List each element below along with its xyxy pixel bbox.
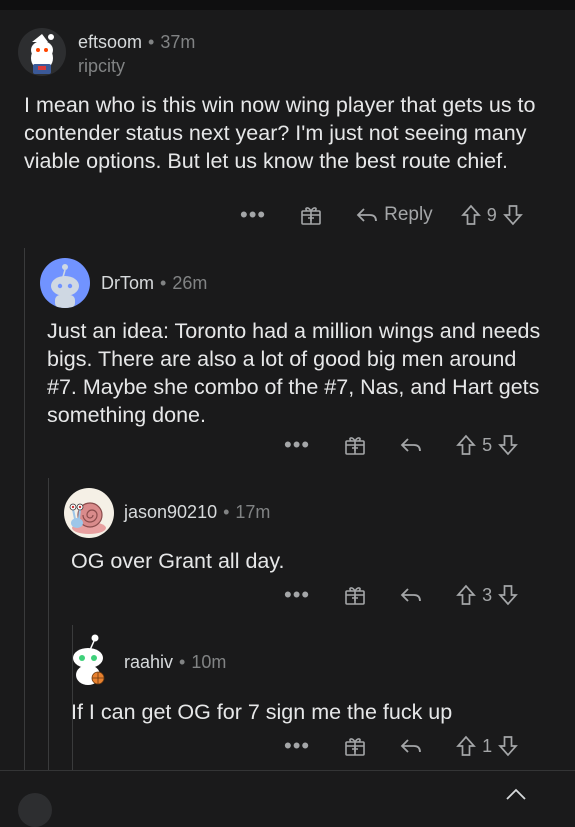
vote-controls: 3	[456, 584, 519, 606]
reply-button[interactable]	[400, 737, 422, 755]
username[interactable]: DrTom	[101, 273, 154, 293]
reply-arrow-icon	[400, 739, 422, 753]
comment-meta: DrTom • 26m	[101, 273, 207, 294]
next-comment-partial	[0, 770, 575, 827]
separator-dot: •	[160, 273, 167, 293]
close-icon[interactable]	[505, 787, 527, 806]
separator-dot: •	[148, 32, 155, 52]
separator-dot: •	[223, 502, 230, 522]
comment-meta: raahiv • 10m	[124, 652, 226, 673]
vote-controls: 9	[460, 204, 523, 226]
timestamp: 37m	[160, 32, 196, 52]
reply-arrow-icon	[400, 588, 422, 602]
downvote-icon[interactable]	[498, 434, 519, 456]
upvote-icon[interactable]	[456, 584, 477, 606]
timestamp: 26m	[172, 273, 208, 293]
downvote-icon[interactable]	[502, 204, 523, 226]
thread-line[interactable]	[24, 248, 25, 770]
comment-actions: ••• 1	[284, 731, 519, 761]
score: 3	[482, 584, 493, 605]
score: 9	[486, 204, 497, 225]
user-flair: ripcity	[78, 56, 126, 76]
more-options-button[interactable]: •••	[240, 202, 266, 228]
top-bar	[0, 0, 575, 10]
reply-button[interactable]	[400, 586, 422, 604]
comment-body: If I can get OG for 7 sign me the fuck u…	[71, 700, 453, 724]
comment-actions: ••• 5	[284, 430, 519, 460]
username[interactable]: raahiv	[124, 652, 173, 672]
score: 1	[482, 735, 493, 756]
upvote-icon[interactable]	[460, 204, 481, 226]
upvote-icon[interactable]	[456, 735, 477, 757]
username[interactable]: eftsoom	[78, 32, 142, 52]
vote-controls: 5	[456, 434, 519, 456]
more-options-button[interactable]: •••	[284, 432, 310, 458]
more-options-button[interactable]: •••	[284, 582, 310, 608]
reply-label: Reply	[384, 204, 433, 225]
avatar[interactable]	[64, 488, 114, 538]
avatar[interactable]	[18, 28, 66, 76]
reply-arrow-icon	[400, 438, 422, 452]
downvote-icon[interactable]	[498, 584, 519, 606]
thread-line[interactable]	[48, 478, 49, 770]
award-icon[interactable]	[344, 584, 366, 606]
avatar[interactable]	[18, 793, 52, 827]
comment-meta: jason90210 • 17m	[124, 502, 270, 523]
username[interactable]: jason90210	[124, 502, 217, 522]
comment-body: OG over Grant all day.	[71, 549, 285, 573]
comment-meta: eftsoom • 37m	[78, 32, 195, 53]
comment-body: I mean who is this win now wing player t…	[24, 93, 536, 173]
reply-arrow-icon	[356, 208, 378, 222]
upvote-icon[interactable]	[456, 434, 477, 456]
reply-button[interactable]: Reply	[356, 204, 433, 226]
award-icon[interactable]	[300, 204, 322, 226]
downvote-icon[interactable]	[498, 735, 519, 757]
more-options-button[interactable]: •••	[284, 733, 310, 759]
timestamp: 10m	[191, 652, 227, 672]
comment-actions: ••• 3	[284, 580, 519, 610]
separator-dot: •	[179, 652, 186, 672]
award-icon[interactable]	[344, 434, 366, 456]
timestamp: 17m	[235, 502, 271, 522]
score: 5	[482, 434, 493, 455]
comment-body: Just an idea: Toronto had a million wing…	[47, 319, 541, 427]
reply-button[interactable]	[400, 436, 422, 454]
avatar[interactable]	[40, 258, 90, 308]
award-icon[interactable]	[344, 735, 366, 757]
comment-actions: ••• Reply 9	[240, 200, 523, 230]
vote-controls: 1	[456, 735, 519, 757]
avatar[interactable]	[64, 632, 114, 688]
